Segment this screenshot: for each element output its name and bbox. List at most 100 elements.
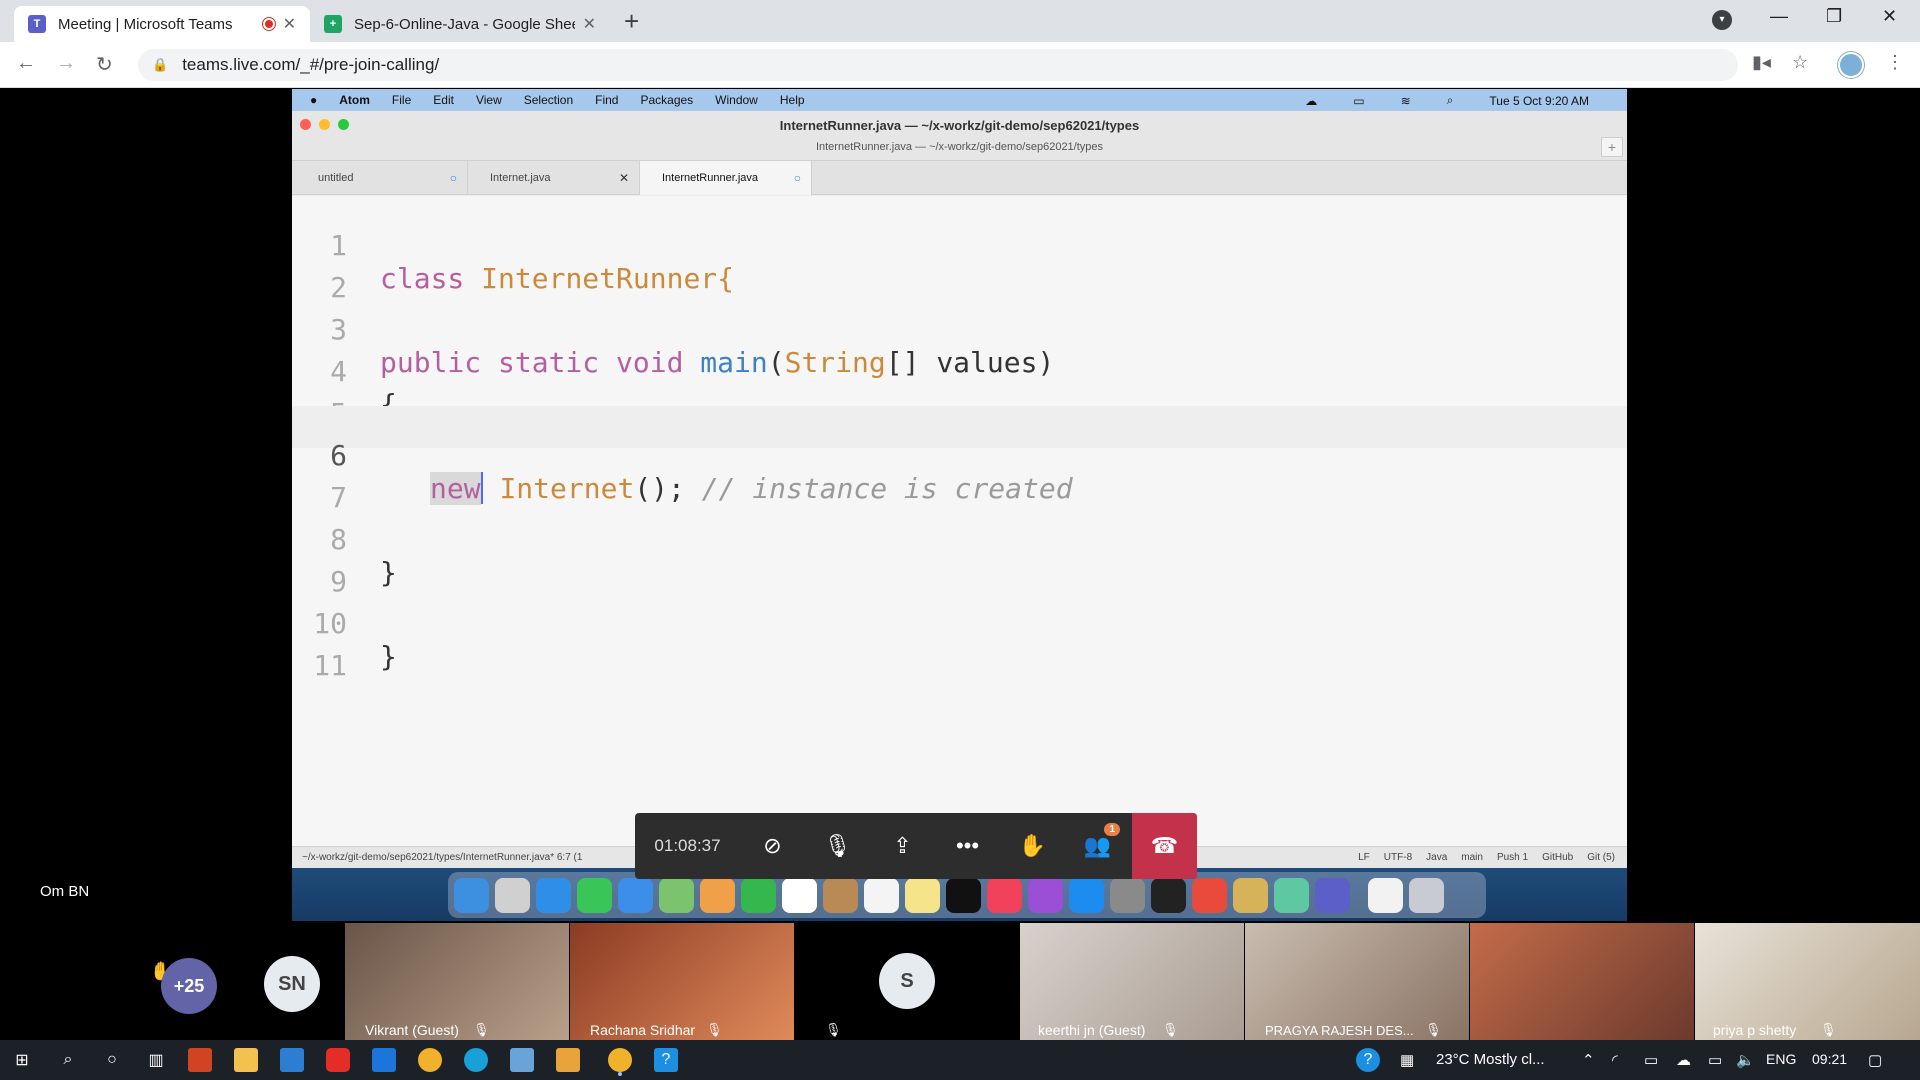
tab-google-sheets[interactable]: + Sep-6-Online-Java - Google Shee ✕ (310, 6, 610, 42)
menu-help: Help (779, 93, 805, 107)
mic-off-icon: 🎙 (706, 1022, 723, 1037)
chrome-icon[interactable] (418, 1048, 442, 1072)
menu-atom: Atom (339, 93, 370, 107)
safari-icon (536, 877, 571, 913)
paint-icon (1233, 877, 1268, 913)
profile-avatar[interactable] (1838, 52, 1864, 78)
bookmark-star-icon[interactable]: ☆ (1792, 52, 1808, 73)
browser-toolbar: ← → ↻ 🔒 teams.live.com/_#/pre-join-calli… (0, 42, 1920, 88)
participant-name: priya p shetty (1713, 1022, 1797, 1038)
code-line: 9 (292, 532, 1627, 598)
raise-hand-icon[interactable]: ✋ (1000, 833, 1065, 859)
git-push: Push 1 (1496, 852, 1529, 863)
restore-icon[interactable]: ❐ (1826, 6, 1842, 27)
encoding: UTF-8 (1383, 852, 1413, 863)
mail-icon[interactable] (372, 1048, 396, 1072)
line-number: 11 (313, 649, 347, 682)
edge-icon[interactable] (464, 1048, 488, 1072)
camera-off-icon[interactable]: ⊘ (740, 833, 805, 859)
chrome-active-icon[interactable] (608, 1048, 632, 1072)
participant-tile: S 🎙 (795, 923, 1019, 1040)
reminders-icon (864, 877, 899, 913)
tray-chevron-icon[interactable]: ⌃ (1582, 1051, 1595, 1069)
atom-tab-internet: Internet.java ✕ (468, 161, 640, 195)
notifications-icon[interactable]: ▢ (1868, 1051, 1882, 1069)
code-line: 10 } (292, 574, 1627, 673)
mic-off-icon: 🎙 (1162, 1022, 1179, 1037)
menu-find: Find (595, 93, 619, 107)
recording-icon (262, 18, 275, 30)
atom-tab-internetrunner: InternetRunner.java ○ (640, 161, 812, 195)
back-icon[interactable]: ← (16, 52, 36, 75)
mic-off-icon[interactable]: 🎙 (805, 833, 870, 859)
new-tab-button[interactable]: + (624, 6, 639, 37)
youtube-icon[interactable] (326, 1048, 350, 1072)
atom-icon (1274, 877, 1309, 913)
tab-label: Internet.java (490, 172, 551, 184)
menu-window: Window (715, 93, 758, 107)
battery-icon[interactable]: ▭ (1708, 1051, 1722, 1069)
participant-strip: ✋ +25 SN Vikrant (Guest) 🎙 Rachana Sridh… (0, 923, 1920, 1040)
git-icon[interactable] (556, 1048, 580, 1072)
camera-tray-icon[interactable]: ▭ (1644, 1051, 1658, 1069)
calendar-icon (782, 877, 817, 913)
hang-up-button[interactable]: ☎ (1132, 813, 1197, 879)
mac-status-area: ☁ ▭ ≋ ⌕ Tue 5 Oct 9:20 AM (1305, 93, 1611, 108)
task-view-icon[interactable]: ▥ (144, 1048, 168, 1072)
cloud-icon[interactable]: ☁ (1676, 1051, 1691, 1069)
mic-off-icon: 🎙 (825, 1022, 842, 1037)
maps-icon (659, 877, 694, 913)
apple-icon: ● (310, 93, 318, 107)
weather-text[interactable]: 23°C Mostly cl... (1436, 1051, 1545, 1068)
tab-label: untitled (318, 172, 354, 184)
weather-help-icon[interactable]: ? (1356, 1048, 1380, 1072)
clock[interactable]: 09:21 (1812, 1051, 1847, 1067)
close-tab-icon[interactable]: ✕ (283, 14, 296, 34)
participant-name: Vikrant (Guest) (365, 1022, 459, 1038)
address-bar[interactable]: 🔒 teams.live.com/_#/pre-join-calling/ (138, 49, 1738, 81)
minimize-icon[interactable]: — (1770, 6, 1788, 27)
tv-icon (946, 877, 981, 913)
reload-icon[interactable]: ↻ (96, 52, 113, 77)
presenter-name: Om BN (40, 883, 90, 900)
sheets-icon: + (324, 15, 342, 33)
camera-icon[interactable]: ▮◂ (1752, 52, 1771, 73)
network-icon[interactable]: ◜ (1612, 1051, 1618, 1069)
help-icon[interactable]: ? (654, 1048, 678, 1072)
git-status: Git (5) (1587, 852, 1615, 863)
more-icon[interactable]: ••• (935, 833, 1000, 859)
mic-off-icon: 🎙 (1820, 1022, 1837, 1037)
tab-title: Meeting | Microsoft Teams (58, 15, 233, 33)
mac-menubar: ● Atom File Edit View Selection Find Pac… (292, 89, 1627, 111)
app-icon[interactable] (510, 1048, 534, 1072)
volume-icon[interactable]: 🔈 (1736, 1051, 1755, 1069)
office-icon[interactable] (188, 1048, 212, 1072)
overflow-count[interactable]: +25 (161, 958, 217, 1014)
windows-start-icon[interactable]: ⊞ (10, 1048, 34, 1072)
tab-search-icon[interactable]: ▾ (1712, 10, 1732, 30)
cortana-icon[interactable]: ○ (100, 1048, 124, 1072)
close-tab-icon[interactable]: ✕ (583, 14, 596, 34)
tab-teams[interactable]: T Meeting | Microsoft Teams ✕ (14, 6, 310, 42)
search-icon[interactable]: ⌕ (56, 1048, 80, 1072)
menu-icon[interactable]: ⋮ (1886, 52, 1904, 73)
language[interactable]: ENG (1766, 1051, 1796, 1067)
participant-tile: PRAGYA RAJESH DES... 🎙 (1245, 923, 1469, 1040)
close-icon: ✕ (618, 171, 629, 185)
participant-name: PRAGYA RAJESH DES... (1265, 1023, 1414, 1038)
shared-screen: ● Atom File Edit View Selection Find Pac… (292, 89, 1627, 921)
participants-icon[interactable]: 👥 1 (1065, 823, 1130, 859)
facetime-icon (741, 877, 776, 913)
terminal-icon (1151, 877, 1186, 913)
atom-titlebar: InternetRunner.java — ~/x-workz/git-demo… (292, 111, 1627, 161)
share-screen-icon[interactable]: ⇪ (870, 833, 935, 859)
notepad-icon[interactable] (280, 1048, 304, 1072)
window-subtitle: InternetRunner.java — ~/x-workz/git-demo… (815, 141, 1104, 153)
mac-clock: Tue 5 Oct 9:20 AM (1489, 93, 1589, 108)
close-window-icon[interactable]: ✕ (1882, 6, 1897, 27)
forward-icon[interactable]: → (56, 52, 76, 75)
atom-tab-untitled: untitled ○ (296, 161, 468, 195)
store-icon[interactable] (234, 1048, 258, 1072)
menu-view: View (475, 93, 502, 107)
cloud-icon: ☁ (1305, 93, 1318, 108)
